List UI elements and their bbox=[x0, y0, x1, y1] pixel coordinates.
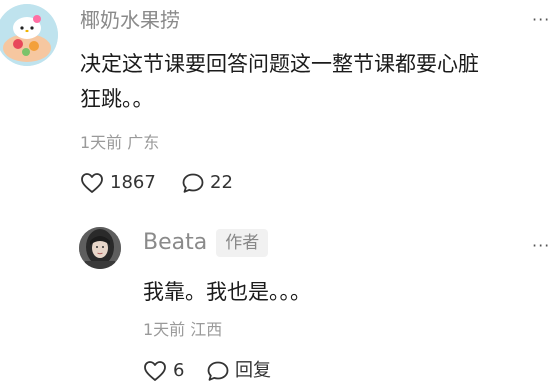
comment-bubble-icon bbox=[207, 361, 229, 381]
comment-time: 1天前 bbox=[80, 133, 123, 152]
profile-photo-image bbox=[79, 227, 121, 269]
reply-button[interactable]: 回复 bbox=[206, 360, 271, 382]
avatar[interactable] bbox=[0, 4, 58, 66]
heart-icon bbox=[81, 173, 103, 193]
reply-text: 我靠。我也是。。。 bbox=[143, 280, 311, 304]
reply-count: 22 bbox=[210, 172, 233, 193]
reply-meta: 1天前 江西 bbox=[143, 320, 222, 340]
reply-like-button[interactable]: 6 bbox=[143, 360, 184, 382]
comment-text-line1: 决定这节课要回答问题这一整节课都要心脏 bbox=[80, 52, 479, 76]
like-button[interactable]: 1867 bbox=[80, 172, 156, 194]
reply-like-count: 6 bbox=[173, 360, 185, 381]
comment-text-line2: 狂跳。。 bbox=[80, 87, 154, 111]
comment-location: 广东 bbox=[127, 133, 160, 152]
author-badge: 作者 bbox=[216, 229, 269, 257]
reply-location: 江西 bbox=[190, 320, 223, 339]
heart-icon bbox=[144, 361, 166, 381]
like-count: 1867 bbox=[110, 172, 156, 193]
reply-label: 回复 bbox=[235, 360, 271, 381]
comment-username[interactable]: 椰奶水果捞 bbox=[80, 8, 180, 32]
comment-more-button[interactable]: ··· bbox=[532, 10, 550, 29]
reply-username[interactable]: Beata bbox=[143, 231, 207, 255]
hello-kitty-avatar-image bbox=[0, 4, 58, 66]
comment-text: 决定这节课要回答问题这一整节课都要心脏 狂跳。。 bbox=[80, 47, 550, 117]
comment-meta: 1天前 广东 bbox=[80, 133, 159, 153]
comment-bubble-icon bbox=[182, 173, 204, 193]
reply-header: Beata 作者 bbox=[143, 229, 269, 257]
reply-avatar[interactable] bbox=[79, 227, 121, 269]
reply-time: 1天前 bbox=[143, 320, 186, 339]
reply-more-button[interactable]: ··· bbox=[532, 236, 550, 255]
reply-count-button[interactable]: 22 bbox=[181, 172, 233, 194]
